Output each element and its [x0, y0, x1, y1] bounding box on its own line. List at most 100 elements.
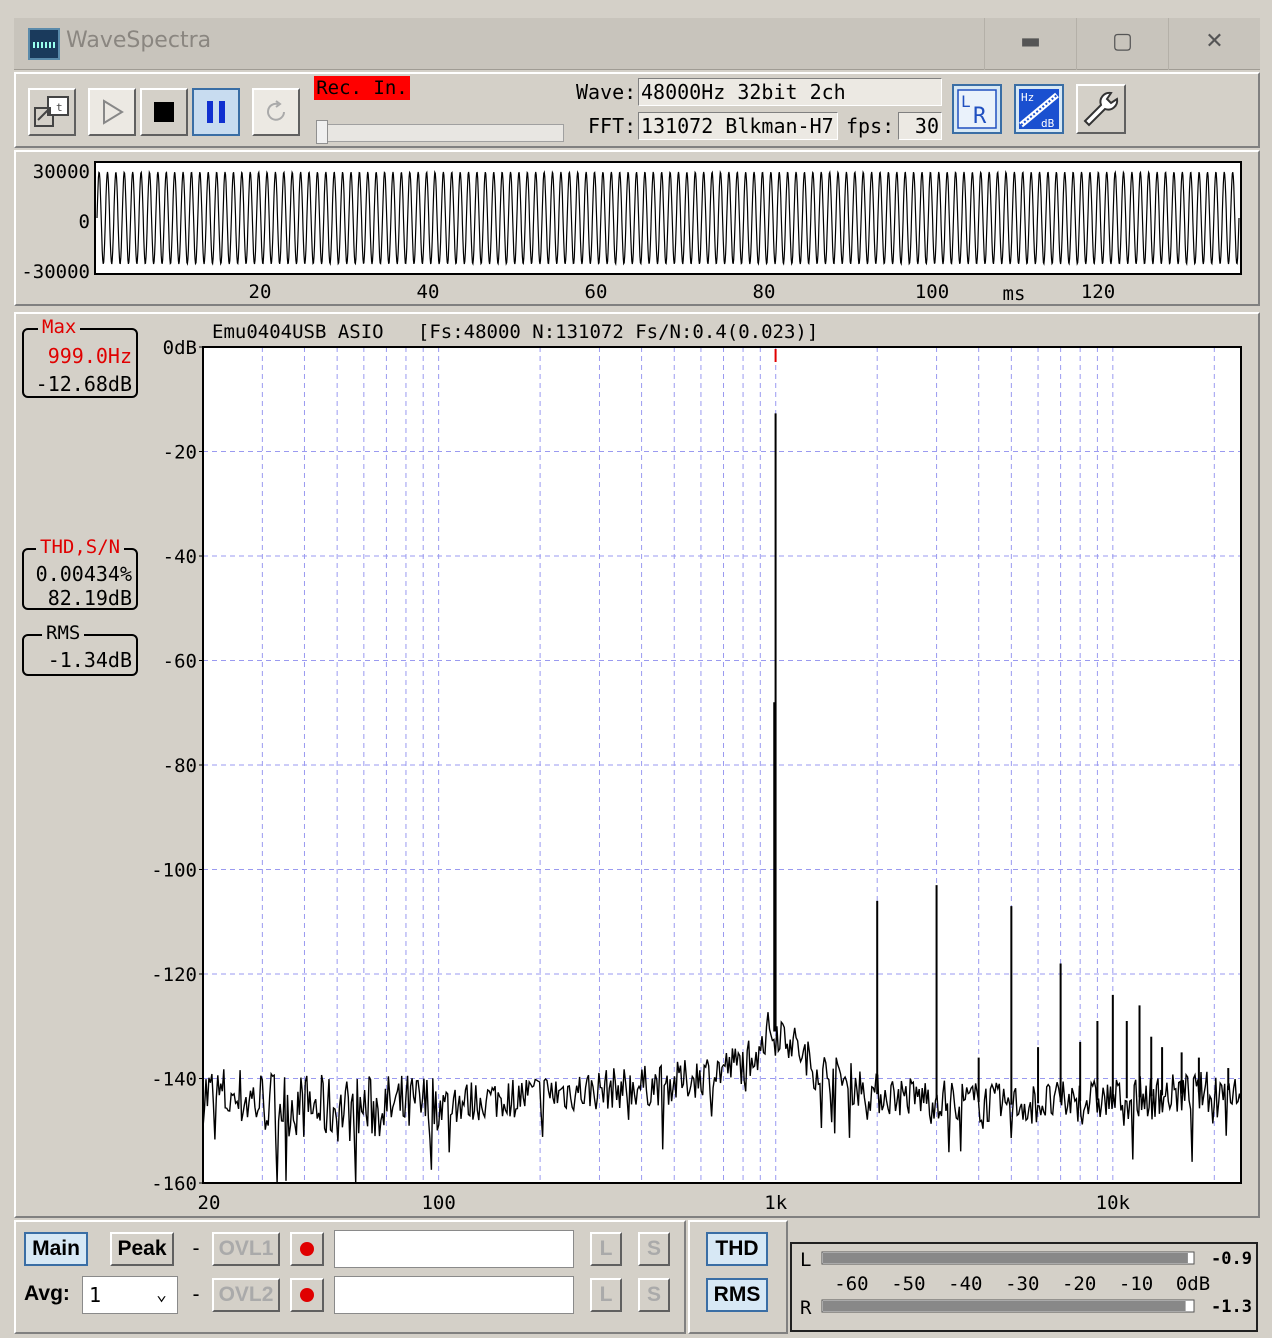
wave-x-tick: 120 — [1081, 281, 1115, 303]
fps-field: 30 — [898, 112, 942, 140]
thd-button[interactable]: THD — [706, 1232, 768, 1266]
maximize-button[interactable]: ▢ — [1076, 18, 1168, 70]
wave-x-tick: 60 — [585, 281, 608, 303]
toolbar: t Rec. In. Wave: 48000Hz 32bit 2ch FFT: … — [14, 72, 1260, 148]
svg-text:t: t — [56, 101, 63, 114]
spectrum-y-tick: -60 — [163, 651, 197, 673]
avg-select[interactable]: 1 ⌄ — [82, 1276, 178, 1314]
wave-x-tick: 20 — [249, 281, 272, 303]
level-meter: L -0.9 -60 -50 -40 -30 -20 -10 0dB R -1.3 — [790, 1242, 1258, 1332]
pause-button[interactable] — [192, 88, 240, 136]
spectrum-y-tick: -140 — [151, 1069, 197, 1091]
spectrum-y-axis: 0dB -20 -40 -60 -80 -100 -120 -140 -160 — [151, 337, 203, 1195]
spectrum-y-tick: -80 — [163, 755, 197, 777]
close-button[interactable]: ✕ — [1168, 18, 1260, 70]
fft-label: FFT: — [588, 114, 637, 138]
ovl1-record-button[interactable] — [290, 1232, 324, 1266]
rec-in-indicator: Rec. In. — [314, 76, 410, 100]
spectrum-y-tick: -20 — [163, 442, 197, 464]
fft-settings-field[interactable]: 131072 Blkman-H7 — [638, 112, 838, 140]
meter-left-label: L — [800, 1249, 811, 1271]
stop-button[interactable] — [140, 88, 188, 136]
bottom-controls: Main Peak - OVL1 L S Avg: 1 ⌄ - OVL2 L S… — [14, 1220, 1260, 1334]
main-button[interactable]: Main — [24, 1232, 88, 1266]
export-icon: t — [34, 96, 69, 127]
wave-y-tick: 0 — [79, 211, 90, 233]
svg-text:R: R — [973, 104, 987, 129]
meter-left-value: -0.9 — [1211, 1249, 1252, 1269]
svg-text:L: L — [961, 92, 971, 111]
play-button[interactable] — [88, 88, 136, 136]
play-icon — [103, 99, 124, 125]
window-title: WaveSpectra — [66, 28, 212, 53]
wrench-icon — [1083, 91, 1119, 127]
separator-dash: - — [190, 1236, 203, 1260]
pause-icon — [207, 101, 225, 123]
ovl2-button[interactable]: OVL2 — [212, 1278, 280, 1312]
meter-right-label: R — [800, 1297, 812, 1319]
ovl2-name-input[interactable] — [334, 1276, 574, 1314]
loop-button[interactable] — [252, 88, 300, 136]
ovl1-save-button[interactable]: S — [638, 1232, 670, 1266]
position-slider[interactable] — [316, 124, 564, 142]
export-button[interactable]: t — [28, 88, 76, 136]
spectrum-y-tick: 0dB — [163, 337, 197, 359]
spectrum-x-tick: 10k — [1096, 1192, 1131, 1214]
meter-left-bar — [823, 1253, 1188, 1263]
wave-x-tick: 100 — [915, 281, 949, 303]
meter-right-value: -1.3 — [1211, 1297, 1252, 1317]
meter-scale-tick: 0dB — [1176, 1273, 1210, 1295]
meter-scale-tick: -30 — [1005, 1273, 1039, 1295]
ovl2-save-button[interactable]: S — [638, 1278, 670, 1312]
wave-x-tick: 40 — [417, 281, 440, 303]
svg-text:dB: dB — [1041, 117, 1055, 130]
meter-scale-tick: -60 — [834, 1273, 868, 1295]
spectrum-y-tick: -100 — [151, 860, 197, 882]
waveform-chart[interactable]: 30000 0 -30000 20 40 60 80 100 ms 120 — [16, 152, 1258, 305]
peak-button[interactable]: Peak — [110, 1232, 174, 1266]
svg-text:Hz: Hz — [1021, 91, 1034, 104]
chevron-down-icon: ⌄ — [156, 1284, 167, 1305]
spectrum-panel: Max 999.0Hz -12.68dB THD,S/N 0.00434% 82… — [14, 312, 1260, 1218]
loop-icon — [267, 100, 285, 121]
spectrum-y-tick: -160 — [151, 1173, 197, 1195]
wave-format-field: 48000Hz 32bit 2ch — [638, 78, 942, 106]
spectrum-x-axis: 20 100 1k 10k — [198, 1192, 1131, 1214]
fps-label: fps: — [846, 114, 895, 138]
channel-lr-button[interactable]: L R — [952, 84, 1002, 134]
meter-right-bar — [823, 1301, 1186, 1311]
meter-scale-tick: -20 — [1062, 1273, 1096, 1295]
wave-y-tick: -30000 — [21, 261, 90, 283]
ovl2-load-button[interactable]: L — [590, 1278, 622, 1312]
waveform-panel: 30000 0 -30000 20 40 60 80 100 ms 120 — [14, 150, 1260, 306]
wavespectra-app-icon — [28, 28, 60, 60]
meter-scale-tick: -10 — [1119, 1273, 1153, 1295]
avg-select-value: 1 — [89, 1283, 102, 1307]
lr-channel-icon: L R — [957, 89, 997, 129]
stop-icon — [154, 102, 174, 122]
rms-button[interactable]: RMS — [706, 1278, 768, 1312]
wave-x-unit: ms — [1003, 283, 1026, 304]
settings-button[interactable] — [1076, 84, 1126, 134]
ovl1-name-input[interactable] — [334, 1230, 574, 1268]
hz-db-scale-button[interactable]: Hz dB — [1014, 84, 1064, 134]
spectrum-chart[interactable]: Emu0404USB ASIO [Fs:48000 N:131072 Fs/N:… — [16, 314, 1258, 1216]
meter-scale-tick: -50 — [891, 1273, 925, 1295]
avg-label: Avg: — [24, 1282, 70, 1305]
minimize-button[interactable]: ▬ — [984, 18, 1076, 70]
wave-label: Wave: — [576, 80, 637, 104]
wave-x-tick: 80 — [753, 281, 776, 303]
separator-dash: - — [190, 1282, 203, 1306]
wave-y-tick: 30000 — [33, 161, 90, 183]
spectrum-y-tick: -120 — [151, 964, 197, 986]
ovl1-load-button[interactable]: L — [590, 1232, 622, 1266]
ovl2-record-button[interactable] — [290, 1278, 324, 1312]
position-slider-thumb[interactable] — [316, 120, 328, 144]
ovl1-button[interactable]: OVL1 — [212, 1232, 280, 1266]
spectrum-x-tick: 100 — [421, 1192, 455, 1214]
meter-scale-tick: -40 — [948, 1273, 982, 1295]
meter-scale: -60 -50 -40 -30 -20 -10 0dB — [834, 1273, 1210, 1295]
hz-db-icon: Hz dB — [1019, 89, 1059, 130]
title-bar[interactable]: WaveSpectra ▬ ▢ ✕ — [14, 18, 1260, 70]
spectrum-y-tick: -40 — [163, 546, 197, 568]
